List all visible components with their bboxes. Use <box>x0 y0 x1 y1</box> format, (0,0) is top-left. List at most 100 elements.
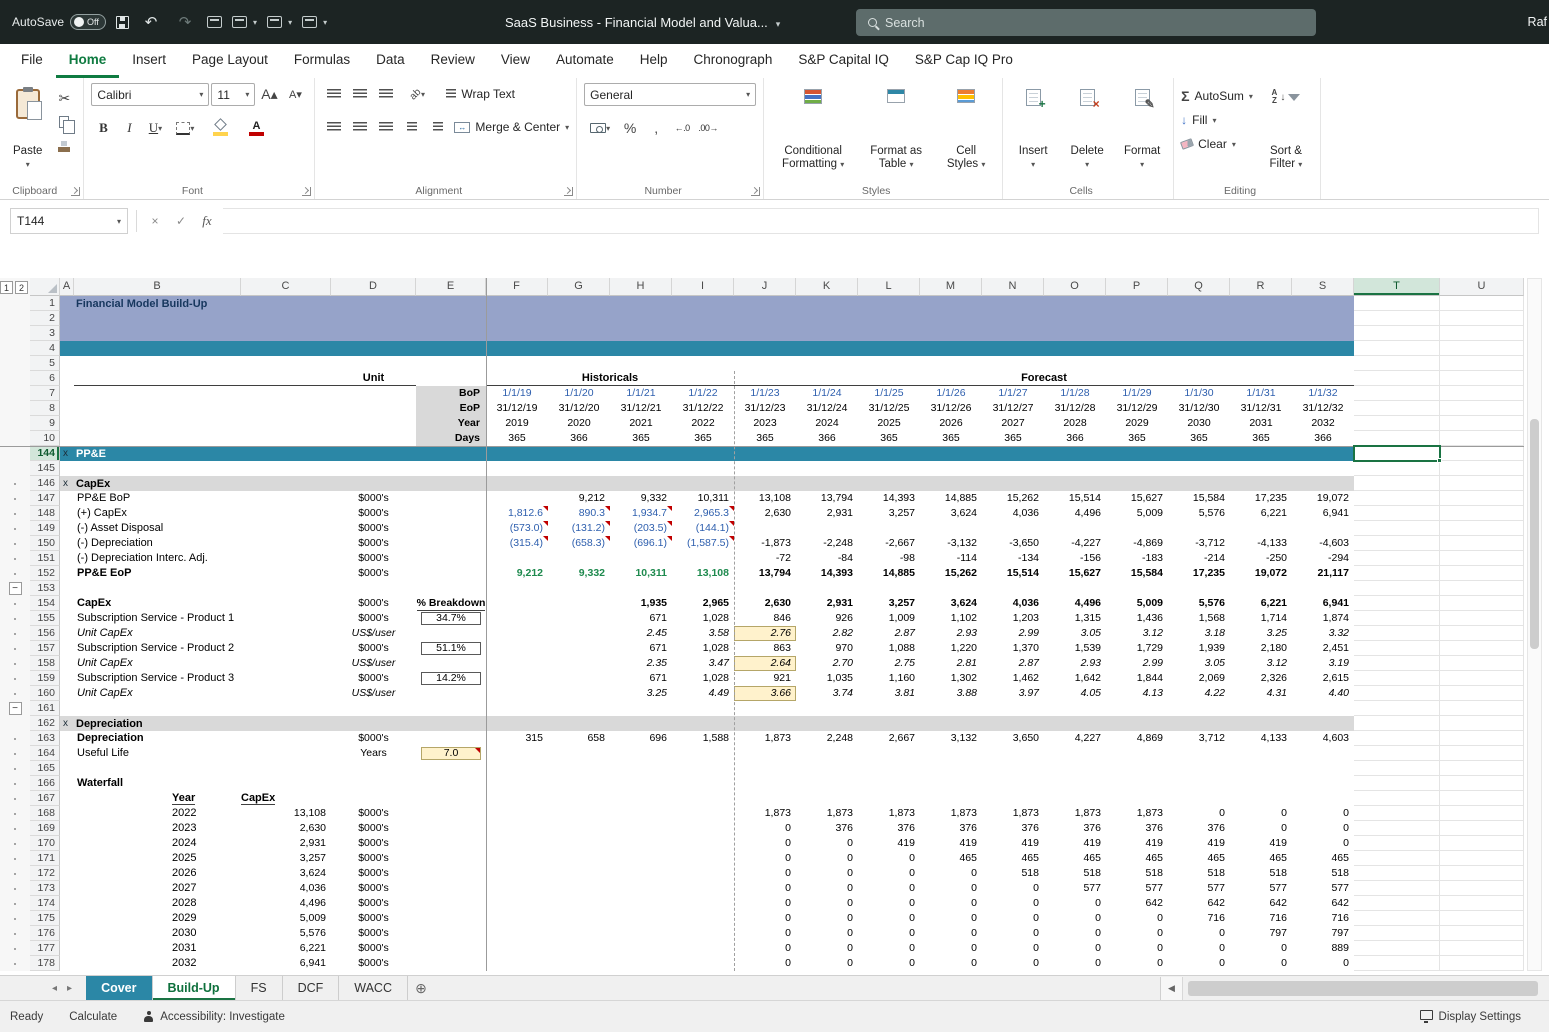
cell-S7[interactable]: 1/1/32 <box>1292 386 1354 401</box>
cell-R147[interactable]: 17,235 <box>1230 491 1292 506</box>
cell-F169[interactable] <box>486 821 548 836</box>
cell-A174[interactable] <box>60 896 74 911</box>
cell-H149[interactable]: (203.5) <box>610 521 672 536</box>
cell-M173[interactable]: 0 <box>920 881 982 896</box>
cell-R173[interactable]: 577 <box>1230 881 1292 896</box>
cell-N10[interactable]: 365 <box>982 431 1044 446</box>
cell-G168[interactable] <box>548 806 610 821</box>
cell-F157[interactable] <box>486 641 548 656</box>
cell-L168[interactable]: 1,873 <box>858 806 920 821</box>
cell-J9[interactable]: 2023 <box>734 416 796 431</box>
font-size-select[interactable]: 11▾ <box>211 83 255 106</box>
cell-Q147[interactable]: 15,584 <box>1168 491 1230 506</box>
cancel-button[interactable]: × <box>145 214 165 228</box>
cell-E173[interactable] <box>416 881 486 896</box>
cell-L172[interactable]: 0 <box>858 866 920 881</box>
cell-D8[interactable] <box>331 401 416 416</box>
cell-D178[interactable]: $000's <box>331 956 416 971</box>
cell-T[interactable] <box>1354 521 1440 536</box>
cell-M159[interactable]: 1,302 <box>920 671 982 686</box>
cell-E166[interactable] <box>416 776 486 791</box>
cell-Q167[interactable] <box>1168 791 1230 806</box>
cell-T[interactable] <box>1354 476 1440 491</box>
row-header-171[interactable]: 171 <box>30 851 60 866</box>
cell-F149[interactable]: (573.0) <box>486 521 548 536</box>
autosave-switch[interactable]: Off <box>70 14 106 30</box>
cell-A178[interactable] <box>60 956 74 971</box>
cell-K163[interactable]: 2,248 <box>796 731 858 746</box>
cell-Q150[interactable]: -3,712 <box>1168 536 1230 551</box>
insert-function-button[interactable]: fx <box>197 213 217 229</box>
cell-I176[interactable] <box>672 926 734 941</box>
cell-A152[interactable] <box>60 566 74 581</box>
cell-F7[interactable]: 1/1/19 <box>486 386 548 401</box>
cell-D10[interactable] <box>331 431 416 446</box>
cell-D158[interactable]: US$/user <box>331 656 416 671</box>
col-header-N[interactable]: N <box>982 278 1044 296</box>
cell-I156[interactable]: 3.58 <box>672 626 734 641</box>
row-header-157[interactable]: 157 <box>30 641 60 656</box>
cell-D152[interactable]: $000's <box>331 566 416 581</box>
col-header-J[interactable]: J <box>734 278 796 296</box>
cell-T[interactable] <box>1354 791 1440 806</box>
cell-U[interactable] <box>1440 926 1524 941</box>
row-header-146[interactable]: 146 <box>30 476 60 491</box>
cell-E148[interactable] <box>416 506 486 521</box>
cell-O173[interactable]: 577 <box>1044 881 1106 896</box>
horizontal-scrollbar[interactable]: ◀ <box>1160 977 1549 1000</box>
cell-A164[interactable] <box>60 746 74 761</box>
cell-I151[interactable] <box>672 551 734 566</box>
cell-I166[interactable] <box>672 776 734 791</box>
decrease-indent-button[interactable] <box>400 116 424 138</box>
qat-customize-button[interactable]: ▾ <box>323 18 327 27</box>
cell-S156[interactable]: 3.32 <box>1292 626 1354 641</box>
select-all-corner[interactable] <box>30 278 60 296</box>
cell-L170[interactable]: 419 <box>858 836 920 851</box>
cell-N176[interactable]: 0 <box>982 926 1044 941</box>
row-header-151[interactable]: 151 <box>30 551 60 566</box>
sheet-tab-wacc[interactable]: WACC <box>339 976 408 1000</box>
cell-L160[interactable]: 3.81 <box>858 686 920 701</box>
cell-I147[interactable]: 10,311 <box>672 491 734 506</box>
cell-Q169[interactable]: 376 <box>1168 821 1230 836</box>
align-right-button[interactable] <box>374 116 398 138</box>
cell-R158[interactable]: 3.12 <box>1230 656 1292 671</box>
cell-P170[interactable]: 419 <box>1106 836 1168 851</box>
cell-O168[interactable]: 1,873 <box>1044 806 1106 821</box>
row-header-160[interactable]: 160 <box>30 686 60 701</box>
forecast-header[interactable]: Forecast <box>734 371 1354 386</box>
cell-styles-button[interactable]: Cell Styles ▾ <box>937 83 995 175</box>
cell-Q178[interactable]: 0 <box>1168 956 1230 971</box>
cell-N147[interactable]: 15,262 <box>982 491 1044 506</box>
cell-P169[interactable]: 376 <box>1106 821 1168 836</box>
waterfall-year-2023[interactable]: 2023 <box>74 821 241 836</box>
cell-S171[interactable]: 465 <box>1292 851 1354 866</box>
row-label-155[interactable]: Subscription Service - Product 1 <box>74 611 241 626</box>
cell-G159[interactable] <box>548 671 610 686</box>
cell-P147[interactable]: 15,627 <box>1106 491 1168 506</box>
cell-Q175[interactable]: 716 <box>1168 911 1230 926</box>
cell-L156[interactable]: 2.87 <box>858 626 920 641</box>
cell-N150[interactable]: -3,650 <box>982 536 1044 551</box>
col-header-P[interactable]: P <box>1106 278 1168 296</box>
cell-A173[interactable] <box>60 881 74 896</box>
merge-center-button[interactable]: ↔Merge & Center▾ <box>454 116 569 138</box>
cell-J166[interactable] <box>734 776 796 791</box>
cell-A148[interactable] <box>60 506 74 521</box>
cell-Q151[interactable]: -214 <box>1168 551 1230 566</box>
cell-E177[interactable] <box>416 941 486 956</box>
cell-K159[interactable]: 1,035 <box>796 671 858 686</box>
cell-T[interactable] <box>1354 311 1440 326</box>
cell-F177[interactable] <box>486 941 548 956</box>
row-header-154[interactable]: 154 <box>30 596 60 611</box>
cell-D169[interactable]: $000's <box>331 821 416 836</box>
row-header-170[interactable]: 170 <box>30 836 60 851</box>
cell-R159[interactable]: 2,326 <box>1230 671 1292 686</box>
period-label-days[interactable]: Days <box>416 431 486 446</box>
cell-D170[interactable]: $000's <box>331 836 416 851</box>
cell-U[interactable] <box>1440 761 1524 776</box>
row-label-150[interactable]: (-) Depreciation <box>74 536 241 551</box>
cell-F151[interactable] <box>486 551 548 566</box>
cell-D7[interactable] <box>331 386 416 401</box>
cell-M169[interactable]: 376 <box>920 821 982 836</box>
